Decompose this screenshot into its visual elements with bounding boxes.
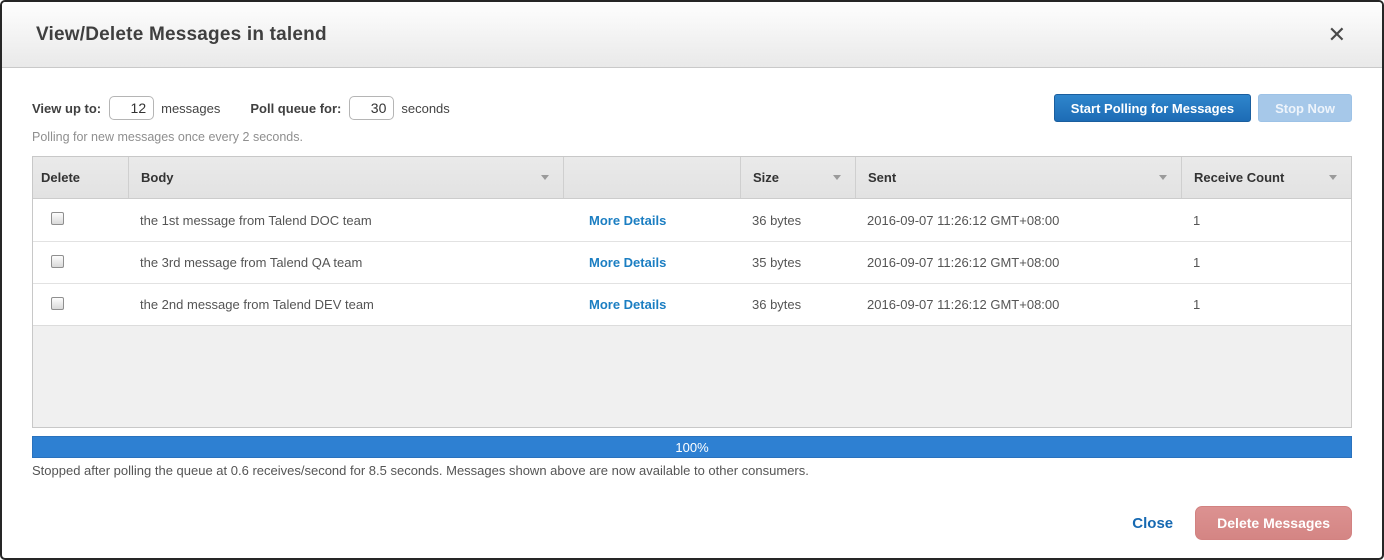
delete-cell xyxy=(33,254,128,271)
table-header-row: Delete Body Size Sent Receive Count xyxy=(33,157,1351,199)
more-details-link[interactable]: More Details xyxy=(563,255,666,270)
header-body[interactable]: Body xyxy=(128,157,563,198)
polling-note: Polling for new messages once every 2 se… xyxy=(32,130,303,144)
messages-table: Delete Body Size Sent Receive Count the … xyxy=(32,156,1352,428)
body-cell: the 1st message from Talend DOC team xyxy=(140,212,372,228)
polling-status-text: Stopped after polling the queue at 0.6 r… xyxy=(32,463,809,478)
delete-checkbox[interactable] xyxy=(51,296,64,310)
body-cell: the 2nd message from Talend DEV team xyxy=(140,297,374,312)
stop-now-button[interactable]: Stop Now xyxy=(1258,94,1352,122)
sort-down-icon[interactable] xyxy=(541,175,549,180)
sort-down-icon[interactable] xyxy=(833,175,841,180)
table-empty-area xyxy=(33,325,1351,427)
size-cell: 36 bytes xyxy=(752,297,802,312)
seconds-unit-label: seconds xyxy=(401,100,450,116)
dialog-titlebar: View/Delete Messages in talend ✕ xyxy=(2,2,1382,68)
receive-count-cell: 1 xyxy=(1193,255,1201,270)
view-up-to-label: View up to: xyxy=(32,100,102,116)
delete-cell xyxy=(33,296,128,313)
polling-buttons: Start Polling for Messages Stop Now xyxy=(1053,94,1352,122)
poll-queue-for-label: Poll queue for: xyxy=(250,100,342,116)
delete-checkbox[interactable] xyxy=(51,212,64,225)
header-receive-count[interactable]: Receive Count xyxy=(1181,157,1351,198)
sort-down-icon[interactable] xyxy=(1329,175,1337,180)
polling-settings: View up to: messages Poll queue for: sec… xyxy=(32,96,450,120)
header-size[interactable]: Size xyxy=(740,157,855,198)
poll-queue-input[interactable] xyxy=(349,96,395,120)
size-cell: 35 bytes xyxy=(752,255,802,270)
view-delete-messages-dialog: View/Delete Messages in talend ✕ View up… xyxy=(0,0,1384,560)
sent-cell: 2016-09-07 11:26:12 GMT+08:00 xyxy=(867,212,1060,228)
sent-cell: 2016-09-07 11:26:12 GMT+08:00 xyxy=(867,297,1060,312)
polling-progress-bar: 100% xyxy=(32,436,1352,458)
progress-percent-label: 100% xyxy=(675,439,709,455)
table-row: the 2nd message from Talend DEV team Mor… xyxy=(33,283,1351,325)
dialog-content: View up to: messages Poll queue for: sec… xyxy=(2,94,1382,540)
dialog-footer: Close Delete Messages xyxy=(32,506,1352,540)
close-button[interactable]: Close xyxy=(1132,515,1173,532)
delete-cell xyxy=(33,212,128,228)
table-row: the 3rd message from Talend QA team More… xyxy=(33,241,1351,283)
delete-messages-button[interactable]: Delete Messages xyxy=(1195,506,1352,540)
view-up-to-input[interactable] xyxy=(109,96,155,120)
size-cell: 36 bytes xyxy=(752,212,802,228)
header-details xyxy=(563,157,740,198)
more-details-link[interactable]: More Details xyxy=(563,297,666,312)
polling-controls: View up to: messages Poll queue for: sec… xyxy=(32,94,1352,122)
header-sent[interactable]: Sent xyxy=(855,157,1181,198)
messages-unit-label: messages xyxy=(161,100,221,116)
start-polling-button[interactable]: Start Polling for Messages xyxy=(1053,94,1252,122)
sort-down-icon[interactable] xyxy=(1159,175,1167,180)
receive-count-cell: 1 xyxy=(1193,297,1201,312)
receive-count-cell: 1 xyxy=(1193,212,1201,228)
body-cell: the 3rd message from Talend QA team xyxy=(140,255,363,270)
close-icon[interactable]: ✕ xyxy=(1328,23,1346,46)
table-body: the 1st message from Talend DOC team Mor… xyxy=(33,199,1351,325)
header-delete: Delete xyxy=(41,170,81,185)
sent-cell: 2016-09-07 11:26:12 GMT+08:00 xyxy=(867,255,1060,270)
progress-fill: 100% xyxy=(33,437,1351,457)
dialog-title: View/Delete Messages in talend xyxy=(36,23,327,45)
more-details-link[interactable]: More Details xyxy=(563,213,666,228)
delete-checkbox[interactable] xyxy=(51,254,64,268)
table-row: the 1st message from Talend DOC team Mor… xyxy=(33,199,1351,241)
